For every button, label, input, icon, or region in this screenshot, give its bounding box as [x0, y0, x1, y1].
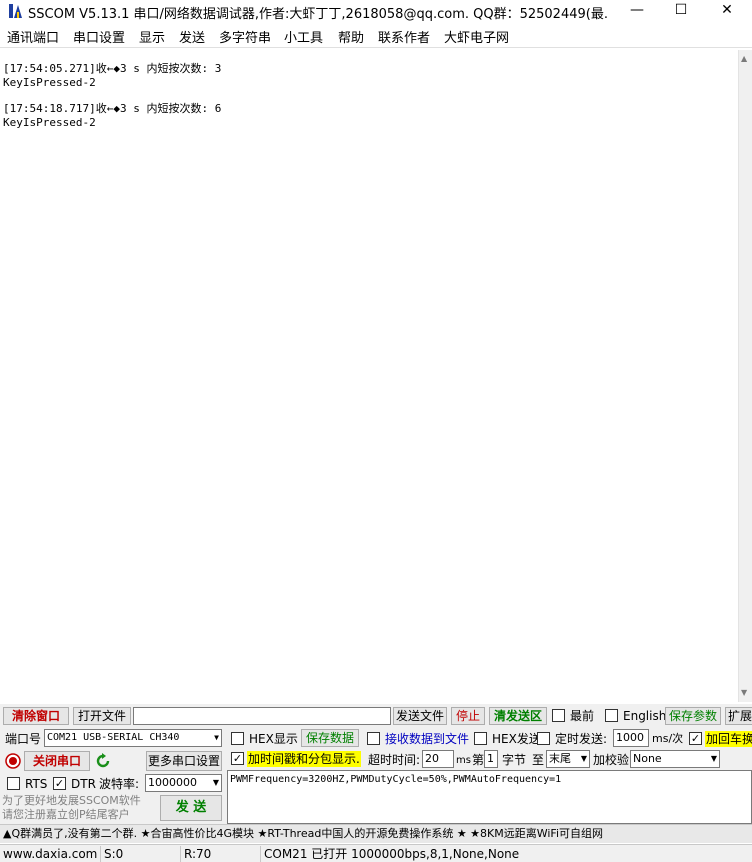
- menu-daxia-site[interactable]: 大虾电子网: [444, 27, 509, 46]
- send-interval-input[interactable]: 1000: [613, 729, 649, 747]
- timed-send-checkbox[interactable]: [537, 732, 550, 745]
- byte-label: 字节: [502, 753, 527, 767]
- refresh-icon[interactable]: [95, 753, 111, 769]
- save-data-button[interactable]: 保存数据: [301, 729, 359, 747]
- receive-line-blank: [3, 90, 735, 102]
- rts-checkbox[interactable]: [7, 777, 20, 790]
- clear-send-area-button[interactable]: 清发送区: [489, 707, 547, 725]
- timestamp-checkbox[interactable]: ✓: [231, 752, 244, 765]
- english-label: English: [623, 709, 667, 723]
- close-button[interactable]: ✕: [704, 0, 750, 22]
- send-text-area[interactable]: PWMFrequency=3200HZ,PWMDutyCycle=50%,PWM…: [227, 770, 752, 824]
- nth-label: 第: [472, 753, 485, 767]
- scroll-up-icon[interactable]: ▲: [741, 54, 747, 63]
- chevron-down-icon: ▼: [214, 733, 219, 742]
- chevron-down-icon: ▼: [580, 754, 587, 763]
- file-path-input[interactable]: [133, 707, 391, 725]
- hex-display-label: HEX显示: [249, 732, 298, 746]
- send-file-button[interactable]: 发送文件: [393, 707, 447, 725]
- english-checkbox[interactable]: [605, 709, 618, 722]
- promo-line-2: 请您注册嘉立创P结尾客户: [2, 808, 130, 821]
- baud-rate-value: 1000000: [148, 776, 197, 789]
- end-byte-value: 末尾: [549, 752, 571, 765]
- to-label: 至: [532, 753, 545, 767]
- topmost-checkbox[interactable]: [552, 709, 565, 722]
- checksum-label: 加校验: [593, 753, 630, 767]
- chevron-down-icon: ▼: [212, 778, 219, 787]
- close-port-button[interactable]: 关闭串口: [24, 751, 90, 771]
- open-file-button[interactable]: 打开文件: [73, 707, 131, 725]
- add-crlf-checkbox[interactable]: ✓: [689, 732, 702, 745]
- menu-help[interactable]: 帮助: [338, 27, 364, 46]
- send-button[interactable]: 发 送: [160, 795, 222, 821]
- menu-contact-author[interactable]: 联系作者: [378, 27, 430, 46]
- clear-window-button[interactable]: 清除窗口: [3, 707, 69, 725]
- interval-unit-label: ms/次: [652, 732, 684, 745]
- expand-button[interactable]: 扩展: [725, 707, 752, 725]
- port-status-icon: [5, 753, 21, 769]
- recv-to-file-label[interactable]: 接收数据到文件: [385, 731, 469, 747]
- control-panel: 清除窗口 打开文件 发送文件 停止 清发送区 最前 English 保存参数 扩…: [0, 704, 752, 824]
- dtr-label: DTR: [71, 777, 96, 791]
- baud-rate-select[interactable]: 1000000 ▼: [145, 774, 222, 792]
- minimize-button[interactable]: —: [614, 0, 660, 22]
- maximize-button[interactable]: ☐: [658, 0, 704, 22]
- receive-area[interactable]: [17:54:05.271]收←◆3 s 内短按次数: 3 KeyIsPress…: [0, 50, 738, 702]
- timed-send-label: 定时发送:: [555, 732, 608, 746]
- title-bar: SSCOM V5.13.1 串口/网络数据调试器,作者:大虾丁丁,2618058…: [0, 0, 752, 22]
- receive-line: [17:54:05.271]收←◆3 s 内短按次数: 3: [3, 62, 222, 75]
- stop-button[interactable]: 停止: [451, 707, 485, 725]
- port-label: 端口号: [5, 732, 42, 746]
- hex-display-checkbox[interactable]: [231, 732, 244, 745]
- rts-label: RTS: [25, 777, 48, 791]
- menu-tools[interactable]: 小工具: [284, 27, 323, 46]
- port-select-value: COM21 USB-SERIAL CH340: [47, 732, 180, 743]
- status-received-count: R:70: [181, 846, 261, 862]
- checksum-value: None: [633, 752, 662, 765]
- timeout-label: 超时时间:: [368, 753, 421, 767]
- menu-multi-string[interactable]: 多字符串: [219, 27, 271, 46]
- menu-comm-port[interactable]: 通讯端口: [7, 27, 59, 46]
- menu-bar: 通讯端口 串口设置 显示 发送 多字符串 小工具 帮助 联系作者 大虾电子网: [0, 24, 752, 48]
- news-ticker[interactable]: ▲Q群满员了,没有第二个群. ★合宙高性价比4G模块 ★RT-Thread中国人…: [0, 824, 752, 843]
- add-crlf-label: 加回车换: [705, 731, 752, 747]
- menu-send[interactable]: 发送: [179, 27, 205, 46]
- start-byte-input[interactable]: 1: [484, 750, 498, 768]
- timeout-unit-label: ms: [456, 755, 471, 766]
- promo-line-1: 为了更好地发展SSCOM软件: [2, 794, 141, 807]
- status-bar: www.daxia.com S:0 R:70 COM21 已打开 1000000…: [0, 844, 752, 862]
- topmost-label: 最前: [570, 709, 595, 723]
- status-website[interactable]: www.daxia.com: [0, 846, 101, 862]
- dtr-checkbox[interactable]: ✓: [53, 777, 66, 790]
- port-select[interactable]: COM21 USB-SERIAL CH340 ▼: [44, 729, 222, 747]
- receive-line: KeyIsPressed-2: [3, 116, 96, 129]
- window-title: SSCOM V5.13.1 串口/网络数据调试器,作者:大虾丁丁,2618058…: [28, 7, 608, 22]
- checksum-select[interactable]: None ▼: [630, 750, 720, 768]
- save-params-button[interactable]: 保存参数: [665, 707, 721, 725]
- receive-line: KeyIsPressed-2: [3, 76, 96, 89]
- timestamp-label: 加时间戳和分包显示.: [247, 751, 361, 767]
- chevron-down-icon: ▼: [710, 754, 717, 763]
- hex-send-label: HEX发送: [492, 732, 541, 746]
- menu-port-settings[interactable]: 串口设置: [73, 27, 125, 46]
- receive-line: [17:54:18.717]收←◆3 s 内短按次数: 6: [3, 102, 222, 115]
- timeout-input[interactable]: 20: [422, 750, 454, 768]
- end-byte-select[interactable]: 末尾 ▼: [546, 750, 590, 768]
- status-port-state: COM21 已打开 1000000bps,8,1,None,None: [264, 847, 520, 861]
- hex-send-checkbox[interactable]: [474, 732, 487, 745]
- baud-label: 波特率:: [99, 777, 140, 791]
- more-port-settings-button[interactable]: 更多串口设置: [146, 751, 222, 771]
- recv-to-file-checkbox[interactable]: [367, 732, 380, 745]
- menu-display[interactable]: 显示: [139, 27, 165, 46]
- app-icon: [9, 4, 22, 18]
- status-sent-count: S:0: [101, 846, 181, 862]
- receive-scrollbar[interactable]: ▲ ▼: [738, 50, 752, 702]
- scroll-down-icon[interactable]: ▼: [741, 688, 747, 697]
